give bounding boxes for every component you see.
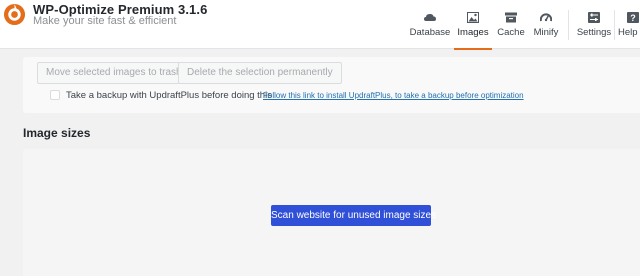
- tab-cache[interactable]: Cache: [495, 0, 527, 49]
- tab-cache-label: Cache: [497, 27, 525, 38]
- tab-minify-label: Minify: [533, 27, 559, 38]
- nav-divider: [568, 10, 569, 40]
- tab-settings[interactable]: Settings: [575, 0, 613, 49]
- plugin-header: WP-Optimize Premium 3.1.6 Make your site…: [0, 0, 640, 50]
- tab-images-label: Images: [457, 27, 489, 38]
- tab-help-label: Help: [618, 27, 638, 38]
- tab-help[interactable]: ? Help: [618, 0, 640, 49]
- nav-divider: [614, 10, 615, 40]
- tab-minify[interactable]: Minify: [529, 0, 563, 49]
- image-sizes-heading: Image sizes: [23, 126, 91, 140]
- tab-images[interactable]: Images: [454, 0, 492, 50]
- tab-database[interactable]: Database: [408, 0, 452, 49]
- wp-optimize-logo-icon: [3, 3, 26, 26]
- images-icon: [467, 12, 479, 23]
- svg-text:?: ?: [630, 13, 636, 23]
- backup-checkbox[interactable]: [50, 90, 60, 100]
- database-icon: [424, 14, 436, 21]
- cache-icon: [505, 12, 517, 23]
- help-icon: ?: [627, 12, 639, 23]
- minify-gauge-icon: [540, 13, 552, 22]
- install-updraftplus-link[interactable]: Follow this link to install UpdraftPlus,…: [263, 91, 524, 100]
- settings-icon: [588, 12, 600, 23]
- backup-checkbox-label: Take a backup with UpdraftPlus before do…: [66, 90, 272, 101]
- move-to-trash-button[interactable]: Move selected images to trash: [37, 62, 191, 84]
- plugin-tagline: Make your site fast & efficient: [33, 15, 177, 27]
- delete-permanently-button[interactable]: Delete the selection permanently: [178, 62, 342, 84]
- scan-unused-image-sizes-button[interactable]: Scan website for unused image sizes: [271, 205, 436, 226]
- tab-database-label: Database: [409, 27, 451, 38]
- tab-settings-label: Settings: [576, 27, 612, 38]
